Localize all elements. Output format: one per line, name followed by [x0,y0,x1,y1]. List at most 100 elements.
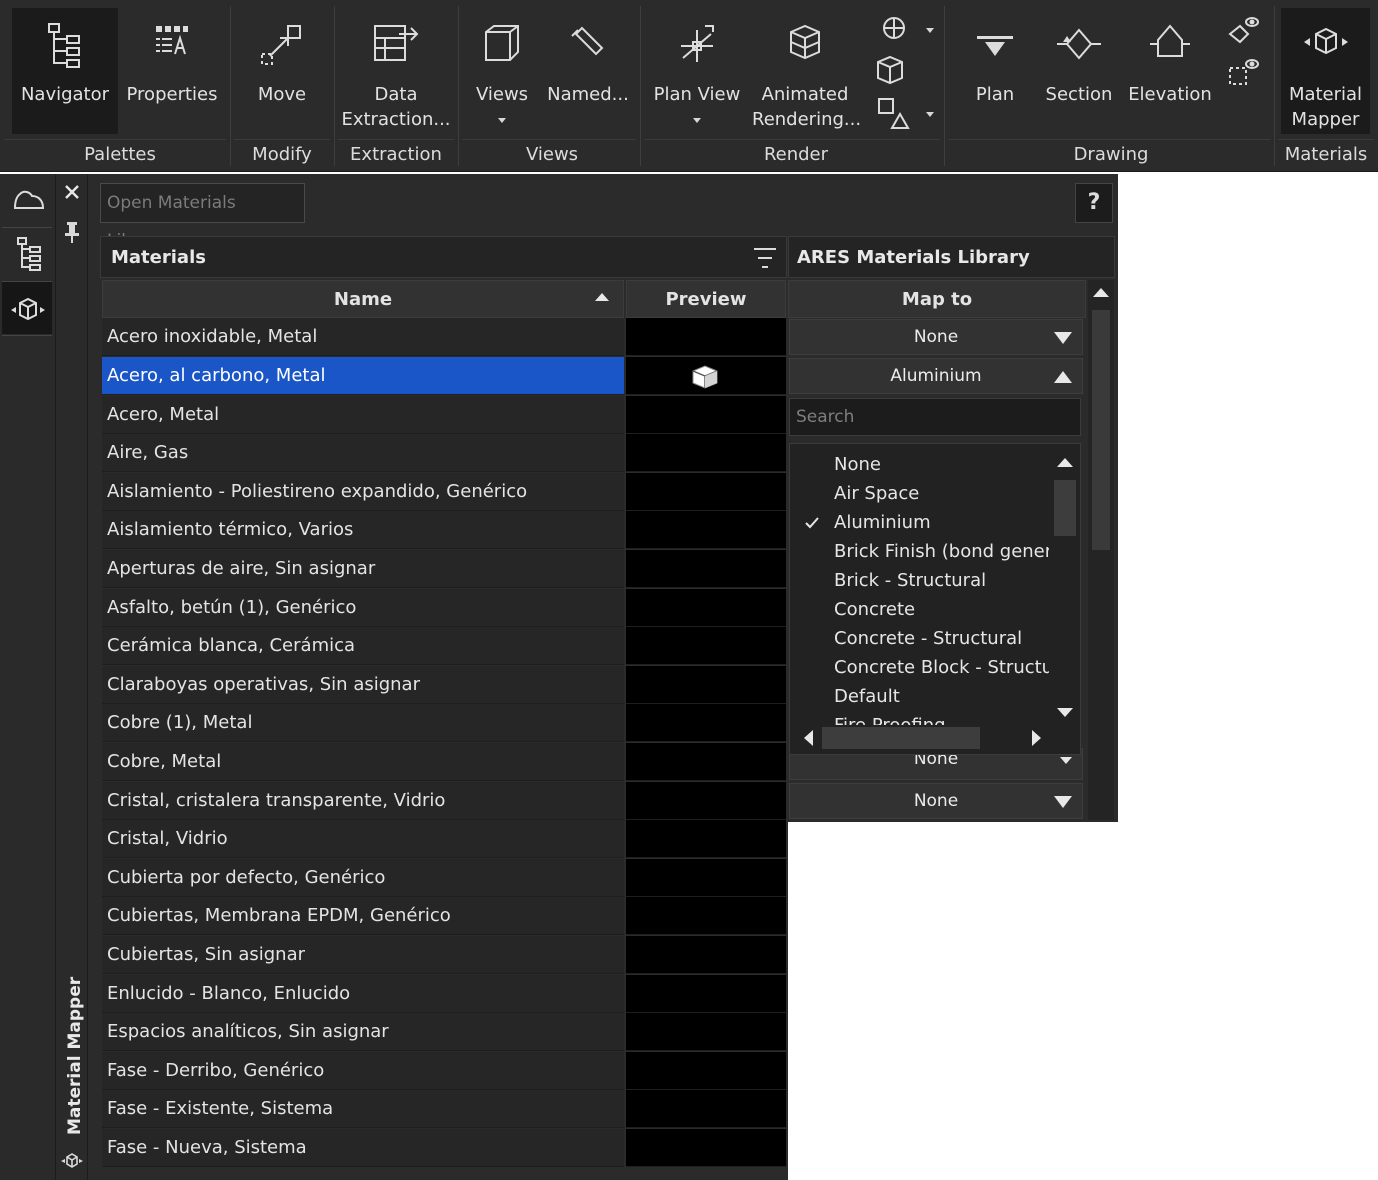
named-views-button[interactable]: Named... [546,8,630,134]
plan-button[interactable]: Plan [966,8,1024,134]
plan-view-label: Plan View [653,84,741,105]
table-row[interactable]: Espacios analíticos, Sin asignar [102,1013,786,1051]
filter-icon[interactable] [752,246,778,270]
palette-tabs-bar [0,174,56,1180]
dropdown-option-checked[interactable]: Aluminium [834,508,1049,537]
table-row[interactable]: Cubiertas, Membrana EPDM, Genérico [102,897,786,935]
material-name: Aislamiento - Poliestireno expandido, Ge… [102,473,624,511]
table-row[interactable]: Aire, Gas [102,434,786,472]
table-row[interactable]: Acero, Metal [102,396,786,434]
dropdown-option[interactable]: Default [834,682,1049,711]
material-preview [626,1129,786,1167]
material-preview [626,1052,786,1090]
table-row[interactable]: Claraboyas operativas, Sin asignar [102,666,786,704]
scrollbar-thumb[interactable] [1092,310,1110,550]
preview-column-header[interactable]: Preview [626,280,786,318]
table-row[interactable]: Fase - Derribo, Genérico [102,1052,786,1090]
shapes-icon[interactable] [876,96,912,132]
material-name: Claraboyas operativas, Sin asignar [102,666,624,704]
elevation-button[interactable]: Elevation [1128,8,1212,134]
material-mapper-button[interactable]: Material Mapper [1281,8,1370,134]
group-label-materials: Materials [1284,144,1368,165]
check-icon [805,517,819,529]
plan-view-caret-icon [693,118,701,123]
table-row-selected[interactable]: Acero, al carbono, Metal [102,357,786,395]
map-to-column-header[interactable]: Map to [788,280,1086,318]
table-row[interactable]: Cerámica blanca, Cerámica [102,627,786,665]
render-cube-icon [790,24,820,60]
dropdown-option[interactable]: Brick Finish (bond generic [834,537,1049,566]
table-row[interactable]: Cristal, cristalera transparente, Vidrio [102,782,786,820]
dropdown-option[interactable]: Fire Proofing [834,711,1049,725]
dropdown-option[interactable]: Concrete [834,595,1049,624]
scroll-down-icon[interactable] [1057,708,1073,717]
open-materials-library-button[interactable]: Open Materials Library... [100,183,305,251]
properties-label: Properties [126,84,218,105]
scrollbar-thumb[interactable] [822,727,980,749]
navigator-label: Navigator [20,84,110,105]
map-to-scrollbar[interactable] [1088,280,1114,820]
material-name: Cristal, Vidrio [102,820,624,858]
dropdown-option[interactable]: Concrete Block - Structural [834,653,1049,682]
render-settings-caret-icon[interactable] [926,28,934,33]
data-extraction-button[interactable]: Data Extraction... [338,8,454,134]
dropdown-horizontal-scrollbar[interactable] [794,724,1076,752]
palette-tab-cloud[interactable] [2,174,52,226]
table-row[interactable]: Fase - Existente, Sistema [102,1090,786,1128]
material-preview [626,627,786,665]
scrollbar-thumb[interactable] [1054,480,1076,536]
map-to-select[interactable]: None [789,783,1083,819]
visibility-icon[interactable] [1226,12,1262,48]
table-row[interactable]: Cobre (1), Metal [102,704,786,742]
map-to-select-open[interactable]: Aluminium [789,358,1083,394]
name-column-header[interactable]: Name [102,280,624,318]
dropdown-option[interactable]: None [834,450,1049,479]
scroll-left-icon[interactable] [804,730,813,746]
table-row[interactable]: Cubierta por defecto, Genérico [102,859,786,897]
dropdown-option[interactable]: Air Space [834,479,1049,508]
visibility-dashed-icon[interactable] [1226,54,1262,90]
table-row[interactable]: Aperturas de aire, Sin asignar [102,550,786,588]
render-settings-icon[interactable] [876,12,916,48]
properties-button[interactable]: Properties [124,8,220,134]
table-row[interactable]: Acero inoxidable, Metal [102,318,786,356]
plan-view-button[interactable]: Plan View [650,8,744,134]
table-row[interactable]: Cristal, Vidrio [102,820,786,858]
animated-rendering-button[interactable]: Animated Rendering... [752,8,861,134]
map-to-select[interactable]: None [789,319,1083,355]
table-row[interactable]: Enlucido - Blanco, Enlucido [102,975,786,1013]
table-row[interactable]: Asfalto, betún (1), Genérico [102,589,786,627]
dropdown-option[interactable]: Brick - Structural [834,566,1049,595]
help-button[interactable]: ? [1075,183,1113,223]
palette-tab-navigator[interactable] [2,228,52,280]
scroll-up-icon[interactable] [1057,458,1073,467]
material-name: Cerámica blanca, Cerámica [102,627,624,665]
close-icon[interactable] [64,184,80,200]
section-button[interactable]: Section [1044,8,1114,134]
material-name: Espacios analíticos, Sin asignar [102,1013,624,1051]
navigator-button[interactable]: Navigator [12,8,118,134]
table-row[interactable]: Fase - Nueva, Sistema [102,1129,786,1167]
table-row[interactable]: Cobre, Metal [102,743,786,781]
search-input[interactable]: Search [789,398,1081,436]
material-preview [626,396,786,434]
pin-icon[interactable] [63,220,81,244]
move-button[interactable]: Move [236,8,328,134]
group-label-views: Views [525,144,579,165]
scroll-right-icon[interactable] [1032,730,1041,746]
render-cube-small-icon[interactable] [874,54,906,86]
palette-tab-material-mapper[interactable] [2,282,52,334]
group-label-palettes: Palettes [84,144,156,165]
views-button[interactable]: Views [466,8,538,134]
dropdown-option[interactable]: Concrete - Structural [834,624,1049,653]
table-row[interactable]: Aislamiento térmico, Varios [102,511,786,549]
move-label: Move [257,84,307,105]
table-row[interactable]: Cubiertas, Sin asignar [102,936,786,974]
scroll-up-icon[interactable] [1093,288,1109,297]
shapes-caret-icon[interactable] [926,112,934,117]
group-label-drawing: Drawing [1073,144,1149,165]
plan-view-icon [681,25,714,62]
dropdown-scrollbar[interactable] [1054,452,1076,722]
table-row[interactable]: Aislamiento - Poliestireno expandido, Ge… [102,473,786,511]
group-label-modify: Modify [252,144,312,165]
